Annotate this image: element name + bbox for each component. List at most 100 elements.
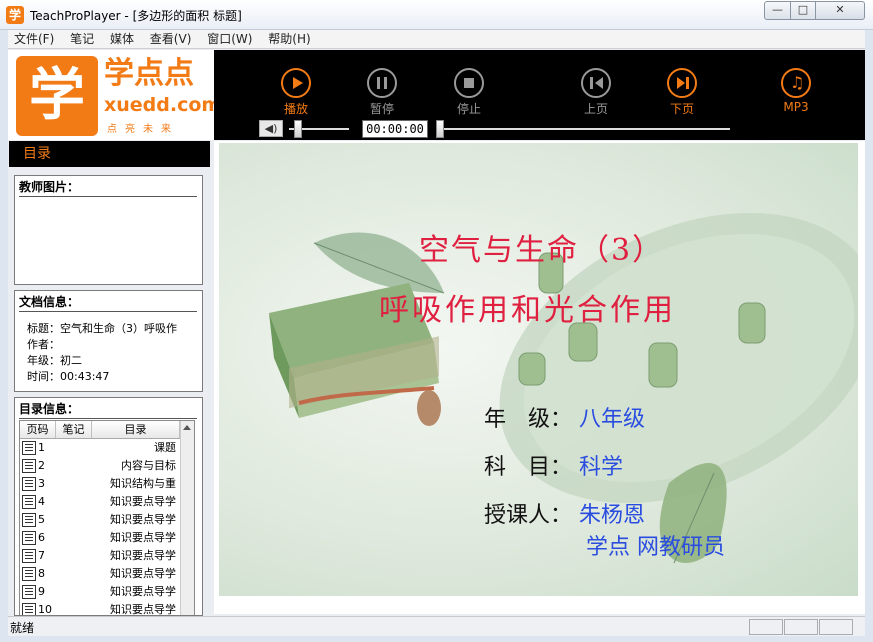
- close-button[interactable]: ✕: [815, 1, 865, 20]
- page-icon: [22, 585, 36, 599]
- page-icon: [22, 513, 36, 527]
- row-page-number: 6: [38, 531, 45, 544]
- row-directory-name: 内容与目标: [121, 459, 176, 472]
- document-info-panel: 文档信息： 标题：空气和生命（3）呼吸作 作者： 年级：初二 时间：00:43:…: [14, 290, 203, 392]
- mp3-button[interactable]: ♫ MP3: [770, 68, 822, 114]
- play-button[interactable]: 播放: [270, 68, 322, 117]
- speaker-icon[interactable]: ◀): [259, 120, 283, 137]
- row-directory-name: 知识要点导学: [110, 513, 176, 526]
- directory-row[interactable]: 7 知识要点导学: [20, 547, 194, 565]
- menu-bar: 文件(F) 笔记 媒体 查看(V) 窗口(W) 帮助(H): [8, 30, 865, 49]
- menu-view[interactable]: 查看(V): [144, 30, 198, 49]
- directory-info-title: 目录信息：: [19, 400, 197, 419]
- stop-label: 停止: [456, 102, 481, 116]
- window-frame-left: [0, 30, 8, 636]
- directory-scrollbar[interactable]: [180, 421, 194, 615]
- row-page-number: 3: [38, 477, 45, 490]
- page-icon: [22, 441, 36, 455]
- teacher-photo-panel: 教师图片：: [14, 175, 203, 285]
- directory-row[interactable]: 10 知识要点导学: [20, 601, 194, 616]
- row-page-number: 8: [38, 567, 45, 580]
- slide-grade-line: 年 级： 八年级: [484, 401, 645, 433]
- slide-teacher-org: 学点 网教研员: [586, 535, 725, 560]
- slide-subject-value: 科学: [579, 455, 624, 480]
- slide-subject-label: 科 目：: [484, 455, 573, 480]
- row-page-number: 1: [38, 441, 45, 454]
- slide-viewport: 空气与生命（3） 呼吸作用和光合作用 年 级： 八年级 科 目： 科学 授课人：…: [214, 141, 865, 614]
- minimize-button[interactable]: —: [764, 1, 791, 20]
- directory-row[interactable]: 2 内容与目标: [20, 457, 194, 475]
- next-page-icon: [667, 68, 697, 98]
- row-page-number: 10: [38, 603, 52, 616]
- logo-mark-icon: 学: [16, 56, 98, 136]
- next-page-label: 下页: [669, 102, 694, 116]
- row-directory-name: 课题: [154, 441, 176, 454]
- directory-row[interactable]: 4 知识要点导学: [20, 493, 194, 511]
- menu-media[interactable]: 媒体: [104, 30, 140, 49]
- teacher-photo-title: 教师图片：: [19, 178, 197, 197]
- slide-title: 空气与生命（3）: [419, 233, 665, 268]
- directory-row[interactable]: 9 知识要点导学: [20, 583, 194, 601]
- title-bar: 学 TeachProPlayer - [多边形的面积 标题] — □ ✕: [0, 0, 873, 30]
- directory-table-header: 页码 笔记 目录: [20, 421, 194, 439]
- directory-row[interactable]: 1 课题: [20, 439, 194, 457]
- next-page-button[interactable]: 下页: [656, 68, 708, 117]
- menu-notes[interactable]: 笔记: [64, 30, 100, 49]
- directory-row[interactable]: 8 知识要点导学: [20, 565, 194, 583]
- time-display: 00:00:00: [362, 120, 428, 138]
- logo-brand-name: 学点点: [104, 56, 194, 91]
- column-directory[interactable]: 目录: [92, 421, 180, 438]
- app-icon: 学: [6, 6, 24, 24]
- seek-slider-thumb[interactable]: [436, 120, 444, 138]
- row-directory-name: 知识要点导学: [110, 495, 176, 508]
- status-bar: 就绪: [8, 616, 865, 636]
- row-page-number: 2: [38, 459, 45, 472]
- page-icon: [22, 459, 36, 473]
- menu-help[interactable]: 帮助(H): [262, 30, 316, 49]
- row-directory-name: 知识要点导学: [110, 531, 176, 544]
- directory-row[interactable]: 6 知识要点导学: [20, 529, 194, 547]
- page-icon: [22, 567, 36, 581]
- doc-title-line: 标题：空气和生命（3）呼吸作: [27, 322, 177, 335]
- status-pane-2: [784, 619, 818, 635]
- menu-window[interactable]: 窗口(W): [201, 30, 258, 49]
- slide-canvas: 空气与生命（3） 呼吸作用和光合作用 年 级： 八年级 科 目： 科学 授课人：…: [219, 143, 858, 596]
- scroll-up-icon[interactable]: [183, 425, 191, 430]
- slide-teacher-label: 授课人：: [484, 503, 573, 528]
- volume-slider-thumb[interactable]: [294, 120, 302, 138]
- column-page-number[interactable]: 页码: [20, 421, 56, 438]
- stop-icon: [454, 68, 484, 98]
- slide-teacher-value: 朱杨恩: [579, 503, 646, 528]
- directory-table: 页码 笔记 目录 1 课题 2 内容与目标 3 知识结构与重 4 知识要点导学 5 知识要点导学 6…: [19, 420, 195, 616]
- toc-header[interactable]: 目录: [9, 141, 210, 167]
- pause-icon: [367, 68, 397, 98]
- window-title: TeachProPlayer - [多边形的面积 标题]: [30, 9, 242, 23]
- pause-button[interactable]: 暂停: [356, 68, 408, 117]
- logo-url: xuedd.com: [104, 94, 222, 116]
- mp3-label: MP3: [783, 100, 809, 114]
- slide-grade-label: 年 级：: [484, 407, 573, 432]
- previous-page-button[interactable]: 上页: [570, 68, 622, 117]
- window-frame-bottom: [0, 636, 873, 642]
- music-note-icon: ♫: [781, 68, 811, 98]
- previous-page-icon: [581, 68, 611, 98]
- slide-subject-line: 科 目： 科学: [484, 449, 623, 481]
- page-icon: [22, 477, 36, 491]
- menu-file[interactable]: 文件(F): [8, 30, 60, 49]
- seek-slider-track[interactable]: [436, 128, 730, 130]
- stop-button[interactable]: 停止: [443, 68, 495, 117]
- page-icon: [22, 495, 36, 509]
- column-notes[interactable]: 笔记: [56, 421, 92, 438]
- directory-row[interactable]: 5 知识要点导学: [20, 511, 194, 529]
- row-directory-name: 知识要点导学: [110, 603, 176, 616]
- status-pane-1: [749, 619, 783, 635]
- doc-grade-line: 年级：初二: [27, 354, 82, 367]
- maximize-button[interactable]: □: [790, 1, 816, 20]
- row-directory-name: 知识要点导学: [110, 567, 176, 580]
- directory-row[interactable]: 3 知识结构与重: [20, 475, 194, 493]
- brand-logo: 学 学点点 xuedd.com 点亮未来: [8, 50, 221, 140]
- row-directory-name: 知识要点导学: [110, 549, 176, 562]
- row-page-number: 4: [38, 495, 45, 508]
- player-toolbar: 播放 暂停 停止 上页 下页 ♫ MP3 ◀) 00:00:00: [214, 50, 865, 140]
- pause-label: 暂停: [369, 102, 394, 116]
